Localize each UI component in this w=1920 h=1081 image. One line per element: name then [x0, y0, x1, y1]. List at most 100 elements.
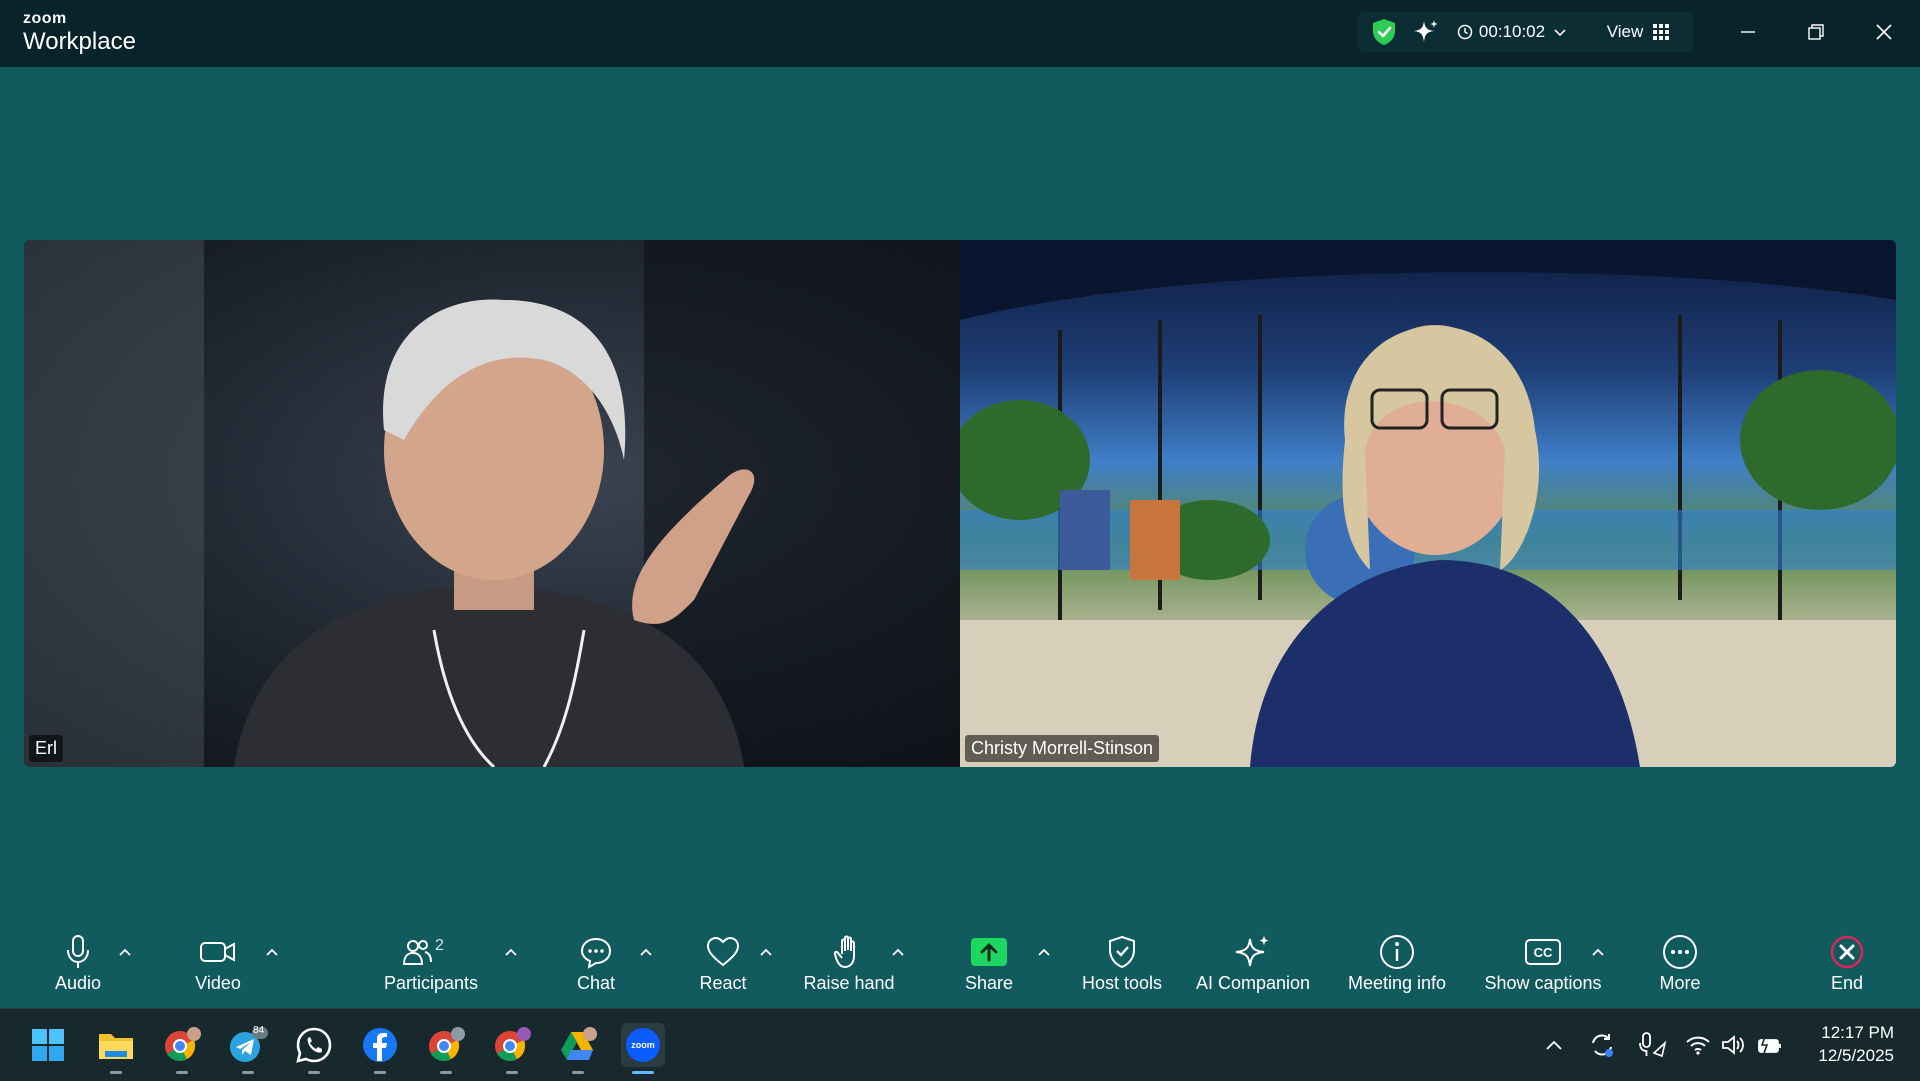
- raise-hand-label: Raise hand: [803, 973, 895, 993]
- more-ellipsis-icon: [1662, 933, 1698, 971]
- ai-sparkle-icon[interactable]: [1408, 12, 1444, 52]
- audio-label: Audio: [54, 973, 102, 993]
- ai-companion-button[interactable]: AI Companion: [1188, 925, 1318, 1008]
- hand-icon: [833, 933, 865, 971]
- zoom-taskbar-icon[interactable]: zoom: [621, 1023, 665, 1074]
- share-screen-icon: [970, 933, 1008, 971]
- show-captions-label: Show captions: [1484, 973, 1602, 993]
- host-shield-icon: [1107, 933, 1137, 971]
- camera-icon: [199, 933, 237, 971]
- brand-big: Workplace: [23, 28, 136, 55]
- show-captions-button[interactable]: CC Show captions: [1478, 925, 1608, 1008]
- running-indicator: [440, 1071, 452, 1074]
- video-tile-christy[interactable]: Christy Morrell-Stinson: [960, 240, 1896, 767]
- close-button[interactable]: [1862, 12, 1906, 52]
- chat-icon: [579, 933, 613, 971]
- info-icon: [1379, 933, 1415, 971]
- captions-options-caret[interactable]: [1588, 942, 1608, 962]
- title-bar: zoom Workplace 00:10:02 View: [0, 0, 1920, 67]
- chrome-profile-2-icon[interactable]: [424, 1023, 468, 1074]
- minimize-button[interactable]: [1726, 12, 1770, 52]
- heart-icon: [705, 933, 741, 971]
- running-indicator: [572, 1071, 584, 1074]
- running-indicator: [176, 1071, 188, 1074]
- participant-name-tag: Erl: [29, 735, 63, 762]
- audio-options-caret[interactable]: [115, 942, 135, 962]
- audio-button[interactable]: Audio: [38, 925, 118, 1008]
- share-label: Share: [964, 973, 1014, 993]
- react-button[interactable]: React: [683, 925, 763, 1008]
- running-indicator: [242, 1071, 254, 1074]
- whatsapp-icon[interactable]: [292, 1023, 336, 1074]
- microphone-in-use-icon[interactable]: [1630, 1023, 1674, 1067]
- participants-options-caret[interactable]: [501, 942, 521, 962]
- participant-video-christy: [960, 240, 1896, 767]
- host-tools-button[interactable]: Host tools: [1072, 925, 1172, 1008]
- meeting-stage: Erl Christy Morrell-Stinson: [0, 67, 1920, 925]
- meeting-timer[interactable]: 00:10:02: [1450, 12, 1574, 52]
- chevron-up-icon: [505, 948, 517, 956]
- running-indicator: [110, 1071, 122, 1074]
- timer-value: 00:10:02: [1478, 22, 1546, 41]
- end-meeting-button[interactable]: End: [1807, 925, 1887, 1008]
- clock-icon: [1457, 24, 1473, 40]
- sync-icon[interactable]: [1580, 1023, 1624, 1067]
- participants-button[interactable]: 2 Participants: [376, 925, 486, 1008]
- chevron-up-icon: [640, 948, 652, 956]
- share-button[interactable]: Share: [949, 925, 1029, 1008]
- chevron-up-icon: [1038, 948, 1050, 956]
- meeting-status-group: 00:10:02 View: [1358, 12, 1694, 52]
- telegram-icon[interactable]: 84: [226, 1023, 270, 1074]
- close-icon: [1876, 24, 1892, 40]
- clock-time: 12:17 PM: [1821, 1023, 1894, 1042]
- running-indicator: [506, 1071, 518, 1074]
- meeting-info-label: Meeting info: [1347, 973, 1447, 993]
- windows-start-icon[interactable]: [26, 1023, 70, 1067]
- share-options-caret[interactable]: [1034, 942, 1054, 962]
- meeting-toolbar: Audio Video 2 Participants Chat React Ra…: [0, 925, 1920, 1008]
- grid-icon: [1653, 24, 1670, 40]
- chevron-up-icon: [892, 948, 904, 956]
- chrome-profile-1-icon[interactable]: [160, 1023, 204, 1074]
- participants-count: 2: [435, 937, 444, 954]
- show-hidden-icons-button[interactable]: [1532, 1023, 1576, 1067]
- encryption-shield-icon[interactable]: [1366, 12, 1402, 52]
- react-label: React: [699, 973, 747, 993]
- video-button[interactable]: Video: [178, 925, 258, 1008]
- minimize-icon: [1741, 31, 1755, 33]
- chevron-down-icon: [1554, 29, 1566, 37]
- host-tools-label: Host tools: [1081, 973, 1163, 993]
- meeting-info-button[interactable]: Meeting info: [1337, 925, 1457, 1008]
- react-options-caret[interactable]: [756, 942, 776, 962]
- captions-cc-icon: CC: [1524, 933, 1562, 971]
- running-indicator: [308, 1071, 320, 1074]
- chat-label: Chat: [576, 973, 616, 993]
- clock-date: 12/5/2025: [1818, 1046, 1894, 1065]
- chrome-profile-3-icon[interactable]: [490, 1023, 534, 1074]
- view-label: View: [1606, 22, 1644, 41]
- running-indicator: [632, 1071, 654, 1074]
- participant-name-tag: Christy Morrell-Stinson: [965, 735, 1160, 762]
- more-button[interactable]: More: [1640, 925, 1720, 1008]
- brand-small: zoom: [23, 10, 67, 27]
- file-explorer-icon[interactable]: [94, 1023, 138, 1074]
- more-label: More: [1659, 973, 1701, 993]
- facebook-icon[interactable]: [358, 1023, 402, 1074]
- raise-hand-options-caret[interactable]: [888, 942, 908, 962]
- running-indicator: [374, 1071, 386, 1074]
- raise-hand-button[interactable]: Raise hand: [799, 925, 899, 1008]
- video-tile-erl[interactable]: Erl: [24, 240, 960, 767]
- chat-button[interactable]: Chat: [556, 925, 636, 1008]
- system-clock[interactable]: 12:17 PM 12/5/2025: [1818, 1021, 1894, 1067]
- video-options-caret[interactable]: [262, 942, 282, 962]
- chat-options-caret[interactable]: [636, 942, 656, 962]
- ai-companion-icon: [1234, 933, 1272, 971]
- google-drive-icon[interactable]: [556, 1023, 600, 1074]
- restore-button[interactable]: [1794, 12, 1838, 52]
- participants-label: Participants: [383, 973, 479, 993]
- video-label: Video: [195, 973, 241, 993]
- battery-icon[interactable]: [1748, 1023, 1792, 1067]
- chevron-up-icon: [266, 948, 278, 956]
- restore-icon: [1808, 24, 1824, 40]
- view-button[interactable]: View: [1592, 12, 1684, 52]
